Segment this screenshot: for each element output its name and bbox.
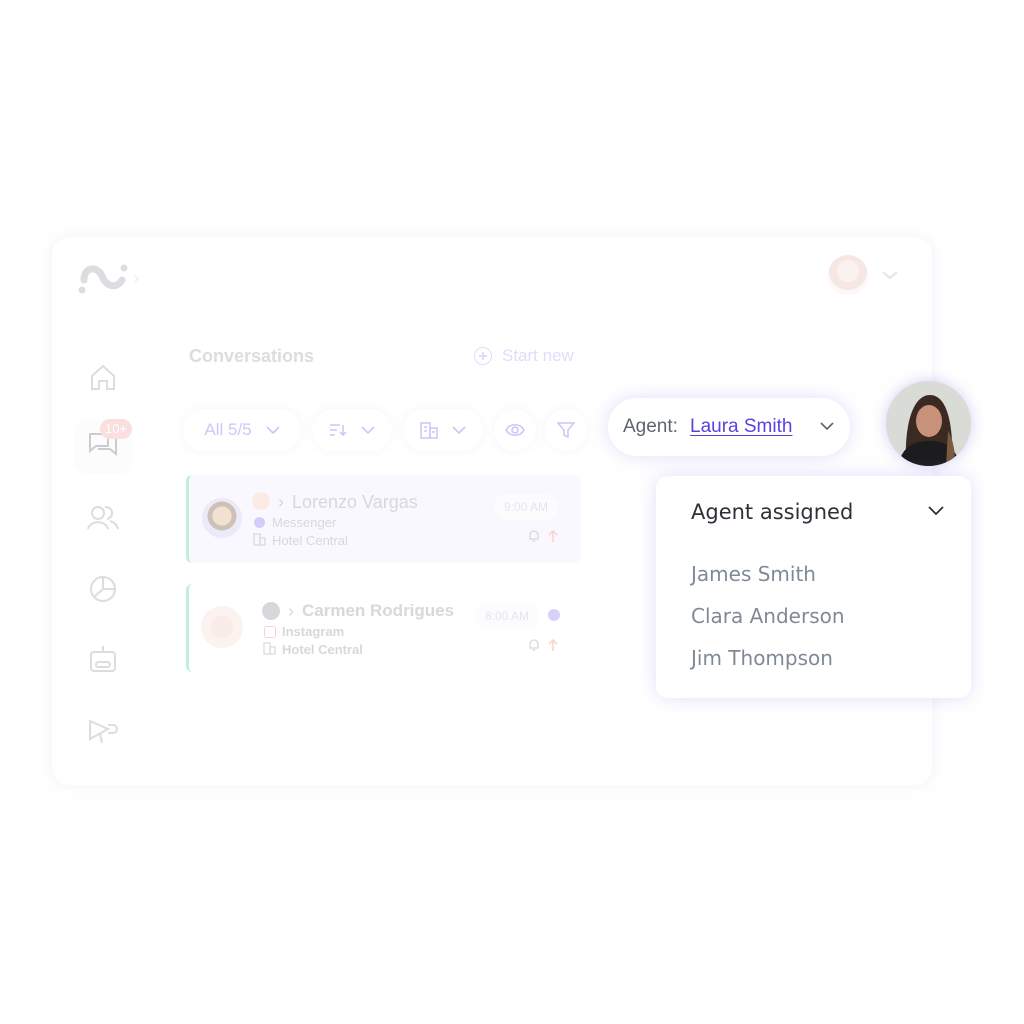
page-title: Conversations [189,346,315,366]
filter-all-label: All 5/5 [204,420,252,439]
chevron-down-icon [266,425,280,434]
user-avatar[interactable] [828,255,868,295]
channel-label: Messenger [272,515,337,530]
chevron-down-icon [452,425,466,434]
agent-label: Agent: [623,416,678,437]
dropdown-title: Agent assigned [691,500,854,524]
agent-dropdown-menu: Agent assigned James Smith Clara Anderso… [656,476,971,698]
bell-icon[interactable] [528,638,540,652]
agent-option[interactable]: James Smith [691,562,816,586]
start-new-label: Start new [502,346,574,365]
building-icon [263,642,276,655]
agent-option[interactable]: Jim Thompson [691,646,833,670]
agent-selector[interactable]: Agent: Laura Smith [608,398,850,456]
chevron-down-icon[interactable] [880,268,900,282]
contact-name: Lorenzo Vargas [292,492,418,512]
breadcrumb-chevron-icon[interactable]: › [133,268,139,289]
filter-button[interactable] [545,409,587,451]
timestamp: 9:00 AM [494,494,559,520]
visibility-button[interactable] [494,409,536,451]
contact-avatar [202,498,242,538]
contact-name-chevron: › [278,492,284,512]
location-label: Hotel Central [272,533,348,548]
eye-icon [505,423,525,437]
arrow-up-icon [548,529,558,542]
chevron-down-icon [361,425,375,434]
unread-dot [548,609,560,621]
sort-dropdown[interactable] [312,409,392,451]
bot-icon[interactable] [86,643,120,677]
sort-icon [330,424,347,437]
instagram-icon [264,626,276,638]
agent-mini-avatar [262,602,280,620]
megaphone-icon[interactable] [86,713,120,747]
agent-option[interactable]: Clara Anderson [691,604,845,628]
users-icon[interactable] [86,500,120,534]
plus-circle-icon [474,347,492,365]
brand-logo[interactable] [76,258,136,298]
location-dropdown[interactable] [403,409,483,451]
building-icon [253,533,266,546]
agent-mini-avatar [252,492,270,510]
arrow-up-icon [548,638,558,651]
contact-name: Carmen Rodrigues [302,601,455,620]
bell-icon[interactable] [528,529,540,543]
unread-badge: 10+ [100,419,132,439]
filter-all-dropdown[interactable]: All 5/5 [183,409,301,451]
location-label: Hotel Central [282,642,363,657]
home-icon[interactable] [86,360,120,394]
channel-label: Instagram [282,624,345,639]
chevron-down-icon[interactable] [820,422,834,431]
contact-avatar [201,606,243,648]
chevron-down-icon[interactable] [928,506,944,516]
pie-chart-icon[interactable] [86,572,120,606]
messenger-icon [254,517,265,528]
timestamp: 8:00 AM [475,603,540,629]
agent-avatar [886,381,971,466]
filter-icon [557,422,575,439]
contact-name-chevron: › [288,601,294,621]
selected-agent-link[interactable]: Laura Smith [690,416,792,438]
building-icon [420,422,438,439]
start-new-button[interactable]: Start new [474,346,574,366]
